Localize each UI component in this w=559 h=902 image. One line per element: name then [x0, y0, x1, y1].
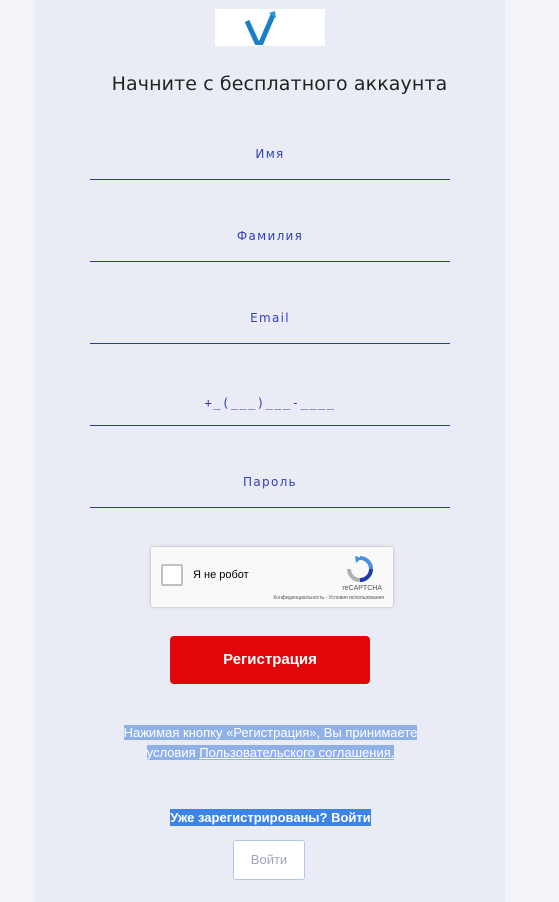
- password-placeholder: Пароль: [243, 475, 297, 489]
- terms-line-1: Нажимая кнопку «Регистрация», Вы принима…: [123, 725, 418, 740]
- first-name-placeholder: Имя: [255, 147, 285, 161]
- recaptcha-links[interactable]: Конфиденциальность - Условия использован…: [273, 595, 384, 601]
- terms-notice: Нажимая кнопку «Регистрация», Вы принима…: [0, 723, 541, 763]
- register-button[interactable]: Регистрация: [170, 636, 370, 684]
- page-title: Начните с бесплатного аккаунта: [111, 73, 448, 95]
- first-name-field[interactable]: Имя: [90, 147, 450, 180]
- signup-card: [35, 0, 505, 902]
- terms-link[interactable]: Пользовательского соглашения.: [199, 745, 395, 760]
- terms-line-2-prefix: условия: [146, 745, 200, 760]
- recaptcha-checkbox[interactable]: [161, 564, 183, 586]
- email-field[interactable]: Email: [90, 311, 450, 344]
- recaptcha-label: Я не робот: [193, 569, 249, 581]
- recaptcha-brand: reCAPTCHA: [342, 585, 382, 592]
- last-name-field[interactable]: Фамилия: [90, 229, 450, 262]
- login-question[interactable]: Уже зарегистрированы? Войти: [170, 809, 371, 826]
- login-prompt: Уже зарегистрированы? Войти: [0, 809, 541, 826]
- password-field[interactable]: Пароль: [90, 475, 450, 508]
- last-name-placeholder: Фамилия: [236, 229, 304, 243]
- brand-logo[interactable]: [215, 9, 325, 46]
- login-button[interactable]: Войти: [233, 840, 305, 880]
- recaptcha-icon: [347, 556, 373, 582]
- recaptcha-widget: Я не робот reCAPTCHA Конфиденциальность …: [150, 546, 394, 608]
- email-placeholder: Email: [250, 311, 290, 325]
- v-check-logo-icon: [245, 11, 276, 45]
- phone-mask: +_(___)___-____: [204, 396, 336, 410]
- phone-field[interactable]: +_(___)___-____: [90, 393, 450, 426]
